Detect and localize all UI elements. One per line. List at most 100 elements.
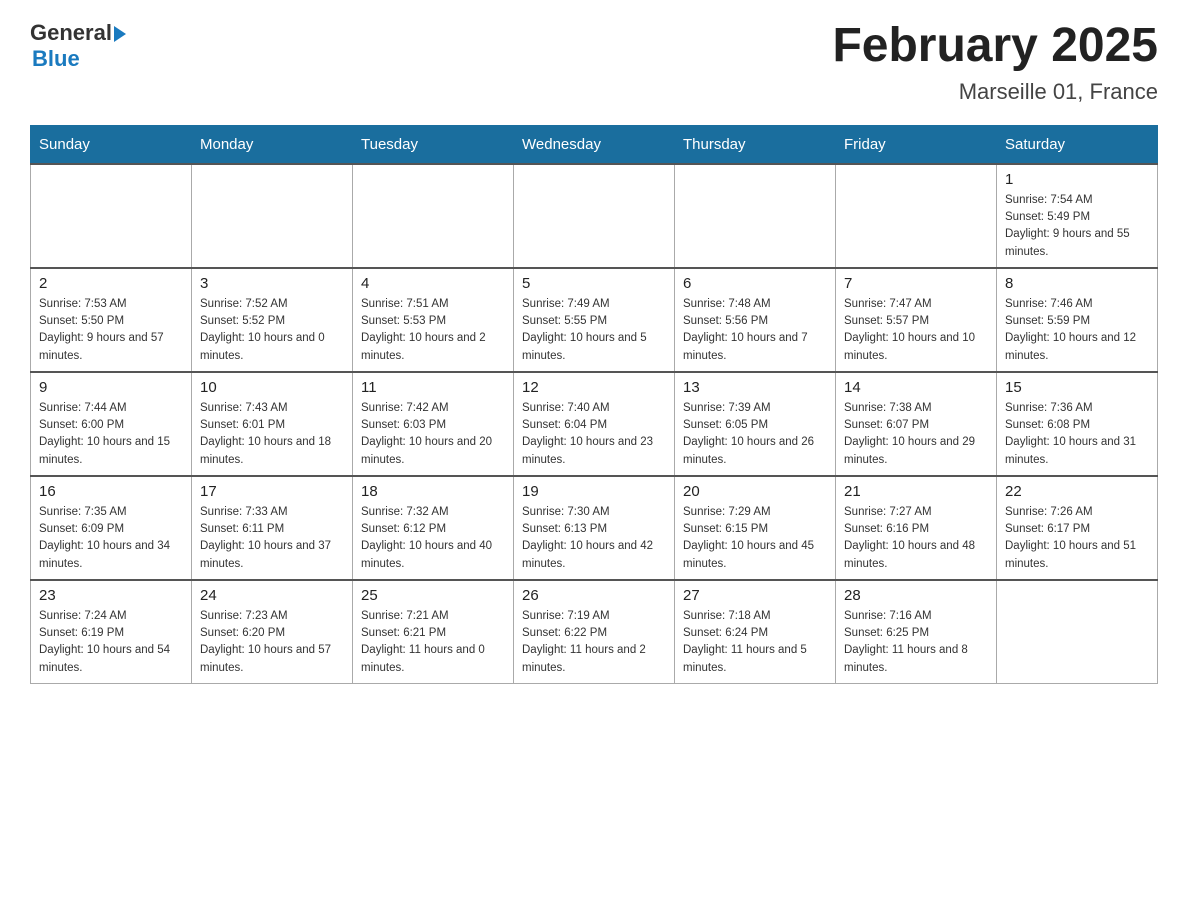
calendar-cell: 27Sunrise: 7:18 AMSunset: 6:24 PMDayligh… [675,580,836,684]
calendar-cell [31,164,192,268]
day-number: 14 [844,379,988,396]
calendar-table: Sunday Monday Tuesday Wednesday Thursday… [30,125,1158,684]
day-number: 5 [522,275,666,292]
calendar-cell: 20 Sunrise: 7:29 AMSunset: 6:15 PMDayligh… [675,476,836,580]
calendar-cell: 11 Sunrise: 7:42 AMSunset: 6:03 PMDayligh… [353,372,514,476]
calendar-cell: 19 Sunrise: 7:30 AMSunset: 6:13 PMDayligh… [514,476,675,580]
day-info: Sunrise: 7:51 AMSunset: 5:53 PMDaylight:… [361,296,505,365]
calendar-cell: 3 Sunrise: 7:52 AMSunset: 5:52 PMDaylight… [192,268,353,372]
day-info: Sunrise: 7:40 AMSunset: 6:04 PMDaylight:… [522,400,666,469]
day-number: 18 [361,483,505,500]
day-number: 9 [39,379,183,396]
day-info: Sunrise: 7:23 AMSunset: 6:20 PMDaylight:… [200,608,344,677]
day-number: 1 [1005,171,1149,188]
title-section: February 2025 Marseille 01, France [832,20,1158,105]
month-title: February 2025 [832,20,1158,73]
logo-blue-text: Blue [32,46,80,72]
calendar-cell: 9 Sunrise: 7:44 AMSunset: 6:00 PMDaylight… [31,372,192,476]
logo: General Blue [30,20,126,72]
day-number: 4 [361,275,505,292]
calendar-cell: 7Sunrise: 7:47 AMSunset: 5:57 PMDaylight… [836,268,997,372]
calendar-cell [675,164,836,268]
calendar-cell [192,164,353,268]
day-number: 11 [361,379,505,396]
day-number: 25 [361,587,505,604]
day-info: Sunrise: 7:32 AMSunset: 6:12 PMDaylight:… [361,504,505,573]
day-info: Sunrise: 7:42 AMSunset: 6:03 PMDaylight:… [361,400,505,469]
day-info: Sunrise: 7:18 AMSunset: 6:24 PMDaylight:… [683,608,827,677]
day-number: 15 [1005,379,1149,396]
day-info: Sunrise: 7:47 AMSunset: 5:57 PMDaylight:… [844,296,988,365]
calendar-cell: 5 Sunrise: 7:49 AMSunset: 5:55 PMDaylight… [514,268,675,372]
day-info: Sunrise: 7:48 AMSunset: 5:56 PMDaylight:… [683,296,827,365]
calendar-cell: 23 Sunrise: 7:24 AMSunset: 6:19 PMDayligh… [31,580,192,684]
header-sunday: Sunday [31,125,192,164]
logo-general-text: General [30,20,112,46]
calendar-cell: 6Sunrise: 7:48 AMSunset: 5:56 PMDaylight… [675,268,836,372]
header-tuesday: Tuesday [353,125,514,164]
day-info: Sunrise: 7:35 AMSunset: 6:09 PMDaylight:… [39,504,183,573]
day-info: Sunrise: 7:27 AMSunset: 6:16 PMDaylight:… [844,504,988,573]
day-number: 19 [522,483,666,500]
day-number: 17 [200,483,344,500]
day-info: Sunrise: 7:53 AMSunset: 5:50 PMDaylight:… [39,296,183,365]
day-number: 8 [1005,275,1149,292]
calendar-header-row: Sunday Monday Tuesday Wednesday Thursday… [31,125,1158,164]
day-number: 13 [683,379,827,396]
calendar-cell: 24 Sunrise: 7:23 AMSunset: 6:20 PMDayligh… [192,580,353,684]
logo-arrow-icon [114,26,126,42]
day-info: Sunrise: 7:46 AMSunset: 5:59 PMDaylight:… [1005,296,1149,365]
header-saturday: Saturday [997,125,1158,164]
day-number: 23 [39,587,183,604]
day-number: 10 [200,379,344,396]
calendar-cell [353,164,514,268]
day-info: Sunrise: 7:26 AMSunset: 6:17 PMDaylight:… [1005,504,1149,573]
day-info: Sunrise: 7:19 AMSunset: 6:22 PMDaylight:… [522,608,666,677]
header-wednesday: Wednesday [514,125,675,164]
calendar-cell: 13 Sunrise: 7:39 AMSunset: 6:05 PMDayligh… [675,372,836,476]
day-number: 24 [200,587,344,604]
calendar-cell: 1 Sunrise: 7:54 AMSunset: 5:49 PMDaylight… [997,164,1158,268]
day-info: Sunrise: 7:29 AMSunset: 6:15 PMDaylight:… [683,504,827,573]
calendar-cell: 25 Sunrise: 7:21 AMSunset: 6:21 PMDayligh… [353,580,514,684]
calendar-cell: 10 Sunrise: 7:43 AMSunset: 6:01 PMDayligh… [192,372,353,476]
day-number: 22 [1005,483,1149,500]
day-info: Sunrise: 7:21 AMSunset: 6:21 PMDaylight:… [361,608,505,677]
header-friday: Friday [836,125,997,164]
calendar-cell: 21Sunrise: 7:27 AMSunset: 6:16 PMDayligh… [836,476,997,580]
calendar-cell: 14 Sunrise: 7:38 AMSunset: 6:07 PMDayligh… [836,372,997,476]
calendar-cell: 18 Sunrise: 7:32 AMSunset: 6:12 PMDayligh… [353,476,514,580]
day-info: Sunrise: 7:16 AMSunset: 6:25 PMDaylight:… [844,608,988,677]
day-info: Sunrise: 7:54 AMSunset: 5:49 PMDaylight:… [1005,192,1149,261]
calendar-cell: 12 Sunrise: 7:40 AMSunset: 6:04 PMDayligh… [514,372,675,476]
week-row-1: 1 Sunrise: 7:54 AMSunset: 5:49 PMDaylight… [31,164,1158,268]
calendar-cell [997,580,1158,684]
day-info: Sunrise: 7:38 AMSunset: 6:07 PMDaylight:… [844,400,988,469]
page-header: General Blue February 2025 Marseille 01,… [30,20,1158,105]
calendar-cell: 16Sunrise: 7:35 AMSunset: 6:09 PMDayligh… [31,476,192,580]
day-info: Sunrise: 7:52 AMSunset: 5:52 PMDaylight:… [200,296,344,365]
week-row-4: 16Sunrise: 7:35 AMSunset: 6:09 PMDayligh… [31,476,1158,580]
calendar-cell [514,164,675,268]
day-info: Sunrise: 7:24 AMSunset: 6:19 PMDaylight:… [39,608,183,677]
calendar-cell: 8 Sunrise: 7:46 AMSunset: 5:59 PMDaylight… [997,268,1158,372]
calendar-cell: 28Sunrise: 7:16 AMSunset: 6:25 PMDayligh… [836,580,997,684]
calendar-cell: 22 Sunrise: 7:26 AMSunset: 6:17 PMDayligh… [997,476,1158,580]
day-info: Sunrise: 7:49 AMSunset: 5:55 PMDaylight:… [522,296,666,365]
day-info: Sunrise: 7:44 AMSunset: 6:00 PMDaylight:… [39,400,183,469]
week-row-3: 9 Sunrise: 7:44 AMSunset: 6:00 PMDaylight… [31,372,1158,476]
day-number: 2 [39,275,183,292]
day-number: 3 [200,275,344,292]
day-info: Sunrise: 7:36 AMSunset: 6:08 PMDaylight:… [1005,400,1149,469]
header-monday: Monday [192,125,353,164]
day-number: 12 [522,379,666,396]
day-info: Sunrise: 7:30 AMSunset: 6:13 PMDaylight:… [522,504,666,573]
calendar-cell: 15 Sunrise: 7:36 AMSunset: 6:08 PMDayligh… [997,372,1158,476]
calendar-cell [836,164,997,268]
week-row-2: 2 Sunrise: 7:53 AMSunset: 5:50 PMDaylight… [31,268,1158,372]
calendar-cell: 26Sunrise: 7:19 AMSunset: 6:22 PMDayligh… [514,580,675,684]
day-info: Sunrise: 7:39 AMSunset: 6:05 PMDaylight:… [683,400,827,469]
calendar-cell: 2 Sunrise: 7:53 AMSunset: 5:50 PMDaylight… [31,268,192,372]
day-number: 20 [683,483,827,500]
day-info: Sunrise: 7:43 AMSunset: 6:01 PMDaylight:… [200,400,344,469]
